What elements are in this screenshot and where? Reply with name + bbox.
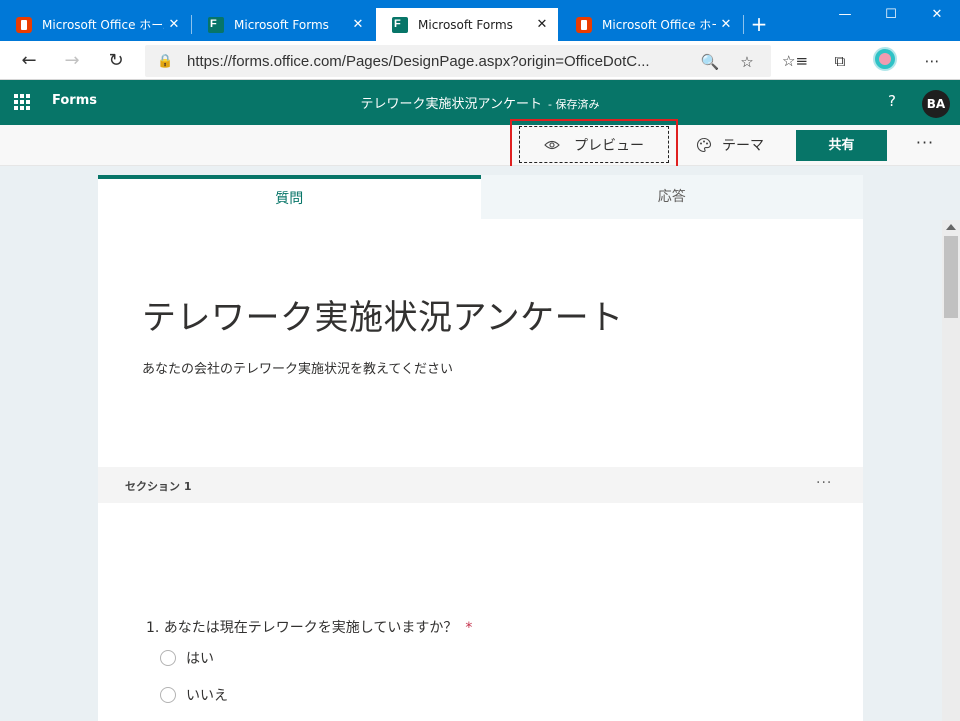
preview-label: プレビュー [574, 137, 644, 154]
browser-tab-forms-1[interactable]: Microsoft Forms ✕ [192, 8, 374, 41]
document-title: テレワーク実施状況アンケート - 保存済み [300, 93, 660, 112]
new-tab-button[interactable]: + [746, 9, 772, 39]
office-logo-icon [16, 16, 32, 33]
option-label: いいえ [186, 688, 228, 704]
url-text[interactable]: https://forms.office.com/Pages/DesignPag… [187, 53, 677, 70]
form-description[interactable]: あなたの会社のテレワーク実施状況を教えてください [142, 358, 453, 377]
theme-button[interactable]: テーマ [690, 126, 770, 163]
form-tabs: 質問 応答 [98, 175, 863, 219]
browser-tab-forms-active[interactable]: Microsoft Forms ✕ [376, 8, 558, 41]
app-launcher-icon[interactable] [14, 94, 30, 110]
scroll-up-arrow-icon[interactable] [946, 224, 956, 230]
saved-status: - 保存済み [548, 98, 600, 111]
required-mark: * [465, 620, 473, 636]
form-canvas: 質問 応答 テレワーク実施状況アンケート あなたの会社のテレワーク実施状況を教え… [0, 166, 942, 721]
forward-button[interactable]: → [57, 46, 87, 76]
tab-questions[interactable]: 質問 [98, 175, 481, 219]
more-options-icon[interactable]: ··· [912, 133, 938, 152]
lock-icon: 🔒 [157, 53, 174, 69]
palette-icon [696, 137, 712, 152]
favorite-star-icon[interactable]: ☆ [735, 50, 759, 74]
question-1[interactable]: 1. あなたは現在テレワークを実施していますか？ * [146, 617, 472, 637]
browser-tab-strip: Microsoft Office ホーム ✕ Microsoft Forms ✕… [0, 0, 960, 41]
tab-title: Microsoft Office ホーム [602, 18, 716, 32]
browser-menu-icon[interactable]: ⋯ [919, 48, 945, 74]
close-tab-icon[interactable]: ✕ [716, 17, 736, 32]
forms-logo-icon [392, 16, 408, 33]
avatar[interactable]: BA [922, 90, 950, 118]
tab-responses[interactable]: 応答 [480, 175, 863, 219]
eye-icon [544, 140, 560, 149]
radio-button[interactable] [160, 687, 176, 703]
collections-icon[interactable]: ⧉ [827, 48, 853, 74]
minimize-button[interactable]: — [822, 0, 868, 30]
question-text: 1. あなたは現在テレワークを実施していますか？ [146, 620, 458, 636]
option-no[interactable]: いいえ [160, 685, 228, 705]
browser-toolbar: ← → ↻ 🔒 https://forms.office.com/Pages/D… [0, 41, 960, 80]
share-button[interactable]: 共有 [796, 130, 887, 161]
tab-title: Microsoft Forms [418, 17, 513, 32]
tab-title: Microsoft Forms [234, 17, 329, 32]
forms-app-header: Forms テレワーク実施状況アンケート - 保存済み ? BA [0, 80, 960, 125]
section-label: セクション 1 [125, 480, 192, 493]
favorites-icon[interactable]: ☆≡ [782, 48, 808, 74]
close-tab-icon[interactable]: ✕ [348, 17, 368, 32]
address-bar[interactable]: 🔒 https://forms.office.com/Pages/DesignP… [145, 45, 771, 77]
close-window-button[interactable]: ✕ [914, 0, 960, 30]
form-title[interactable]: テレワーク実施状況アンケート [142, 290, 624, 339]
office-logo-icon [576, 16, 592, 33]
tab-title: Microsoft Office ホーム [42, 18, 164, 32]
browser-tab-office-home-1[interactable]: Microsoft Office ホーム ✕ [0, 8, 190, 41]
help-icon[interactable]: ? [882, 92, 902, 110]
close-tab-icon[interactable]: ✕ [164, 17, 184, 32]
form-card: 質問 応答 テレワーク実施状況アンケート あなたの会社のテレワーク実施状況を教え… [98, 175, 863, 721]
option-yes[interactable]: はい [160, 648, 214, 668]
scroll-thumb[interactable] [944, 236, 958, 318]
maximize-button[interactable]: ☐ [868, 0, 914, 30]
browser-tab-office-home-2[interactable]: Microsoft Office ホーム ✕ [560, 8, 742, 41]
theme-label: テーマ [722, 137, 764, 154]
section-header: セクション 1 ··· [98, 467, 863, 503]
radio-button[interactable] [160, 650, 176, 666]
browser-profile-icon[interactable] [873, 47, 897, 71]
app-name[interactable]: Forms [52, 93, 97, 108]
close-tab-icon[interactable]: ✕ [532, 17, 552, 32]
option-label: はい [186, 651, 214, 667]
back-button[interactable]: ← [14, 46, 44, 76]
document-title-text: テレワーク実施状況アンケート [360, 97, 542, 112]
refresh-button[interactable]: ↻ [101, 46, 131, 76]
zoom-icon[interactable]: 🔍 [698, 50, 722, 74]
vertical-scrollbar[interactable] [942, 220, 960, 721]
preview-button[interactable]: プレビュー [519, 126, 669, 163]
tab-separator [743, 15, 744, 34]
forms-logo-icon [208, 16, 224, 33]
section-more-icon[interactable]: ··· [816, 475, 832, 491]
command-bar: プレビュー テーマ 共有 ··· [0, 119, 960, 170]
